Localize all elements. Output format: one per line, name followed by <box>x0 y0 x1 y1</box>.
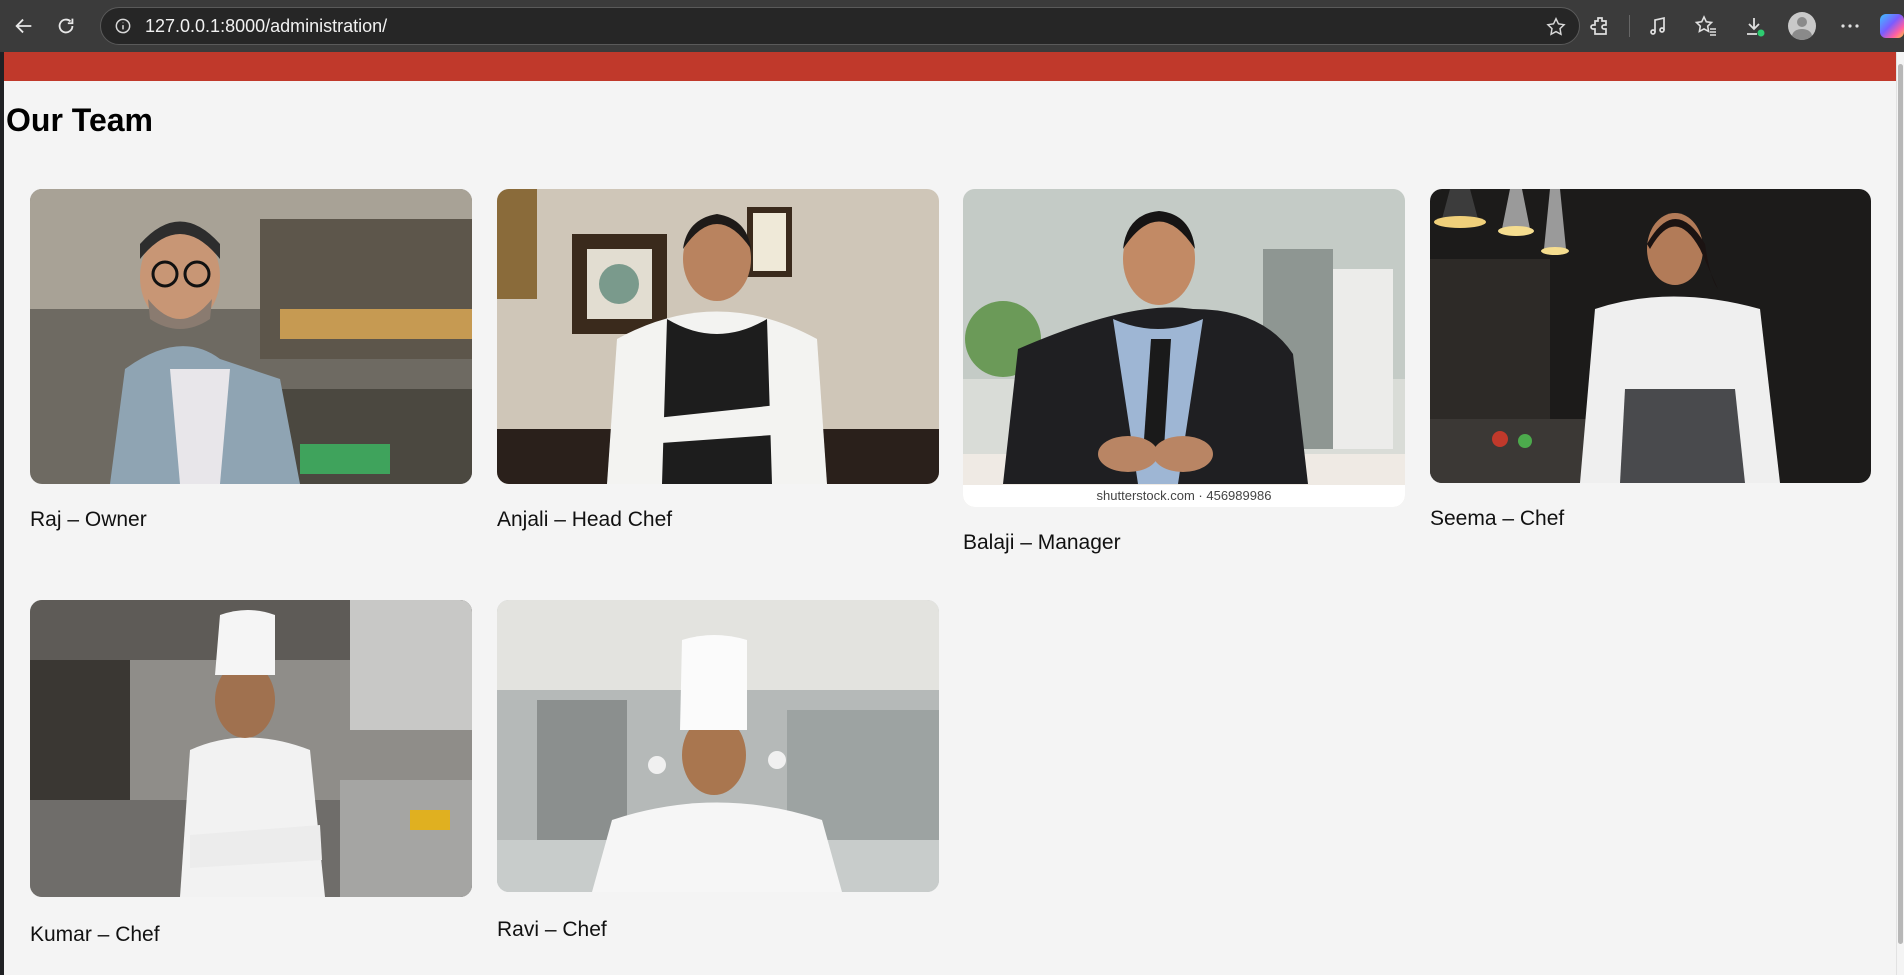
stock-watermark: shutterstock.com · 456989986 <box>963 485 1405 507</box>
team-photo-raj <box>30 189 472 484</box>
favorite-star-icon[interactable] <box>1545 16 1567 38</box>
profile-avatar[interactable] <box>1788 12 1816 40</box>
favorites-icon[interactable] <box>1692 12 1720 40</box>
team-card-ravi: Ravi – Chef <box>497 600 939 941</box>
copilot-icon[interactable] <box>1880 14 1904 38</box>
back-icon[interactable] <box>6 8 42 44</box>
team-caption-kumar: Kumar – Chef <box>30 923 160 946</box>
toolbar-divider <box>1629 15 1630 37</box>
team-card-balaji: shutterstock.com · 456989986 Balaji – Ma… <box>963 189 1405 554</box>
team-caption-balaji: Balaji – Manager <box>963 531 1121 554</box>
page-scrollbar[interactable] <box>1896 52 1904 975</box>
more-icon[interactable] <box>1836 12 1864 40</box>
url-text[interactable]: 127.0.0.1:8000/administration/ <box>145 16 387 37</box>
team-card-seema: Seema – Chef <box>1430 189 1871 530</box>
page-title: Our Team <box>6 102 153 138</box>
extensions-icon[interactable] <box>1587 12 1615 40</box>
team-photo-ravi <box>497 600 939 892</box>
address-bar[interactable]: 127.0.0.1:8000/administration/ <box>100 7 1580 45</box>
scrollbar-thumb[interactable] <box>1898 64 1903 944</box>
team-photo-kumar <box>30 600 472 897</box>
team-caption-ravi: Ravi – Chef <box>497 918 607 941</box>
team-caption-anjali: Anjali – Head Chef <box>497 508 673 531</box>
team-photo-seema <box>1430 189 1871 483</box>
reload-icon[interactable] <box>48 8 84 44</box>
team-card-kumar: Kumar – Chef <box>30 600 472 946</box>
browser-toolbar: 127.0.0.1:8000/administration/ <box>0 0 1904 52</box>
media-icon[interactable] <box>1644 12 1672 40</box>
downloads-icon[interactable] <box>1740 12 1768 40</box>
team-card-raj: Raj – Owner <box>30 189 472 531</box>
site-header-bar <box>4 52 1897 81</box>
team-card-anjali: Anjali – Head Chef <box>497 189 939 531</box>
team-photo-anjali <box>497 189 939 484</box>
team-caption-seema: Seema – Chef <box>1430 507 1565 530</box>
page-viewport: Our Team Raj – Owner Anjali – Head Chef … <box>4 52 1897 975</box>
team-photo-balaji: shutterstock.com · 456989986 <box>963 189 1405 507</box>
team-caption-raj: Raj – Owner <box>30 508 147 531</box>
info-icon[interactable] <box>113 16 133 36</box>
